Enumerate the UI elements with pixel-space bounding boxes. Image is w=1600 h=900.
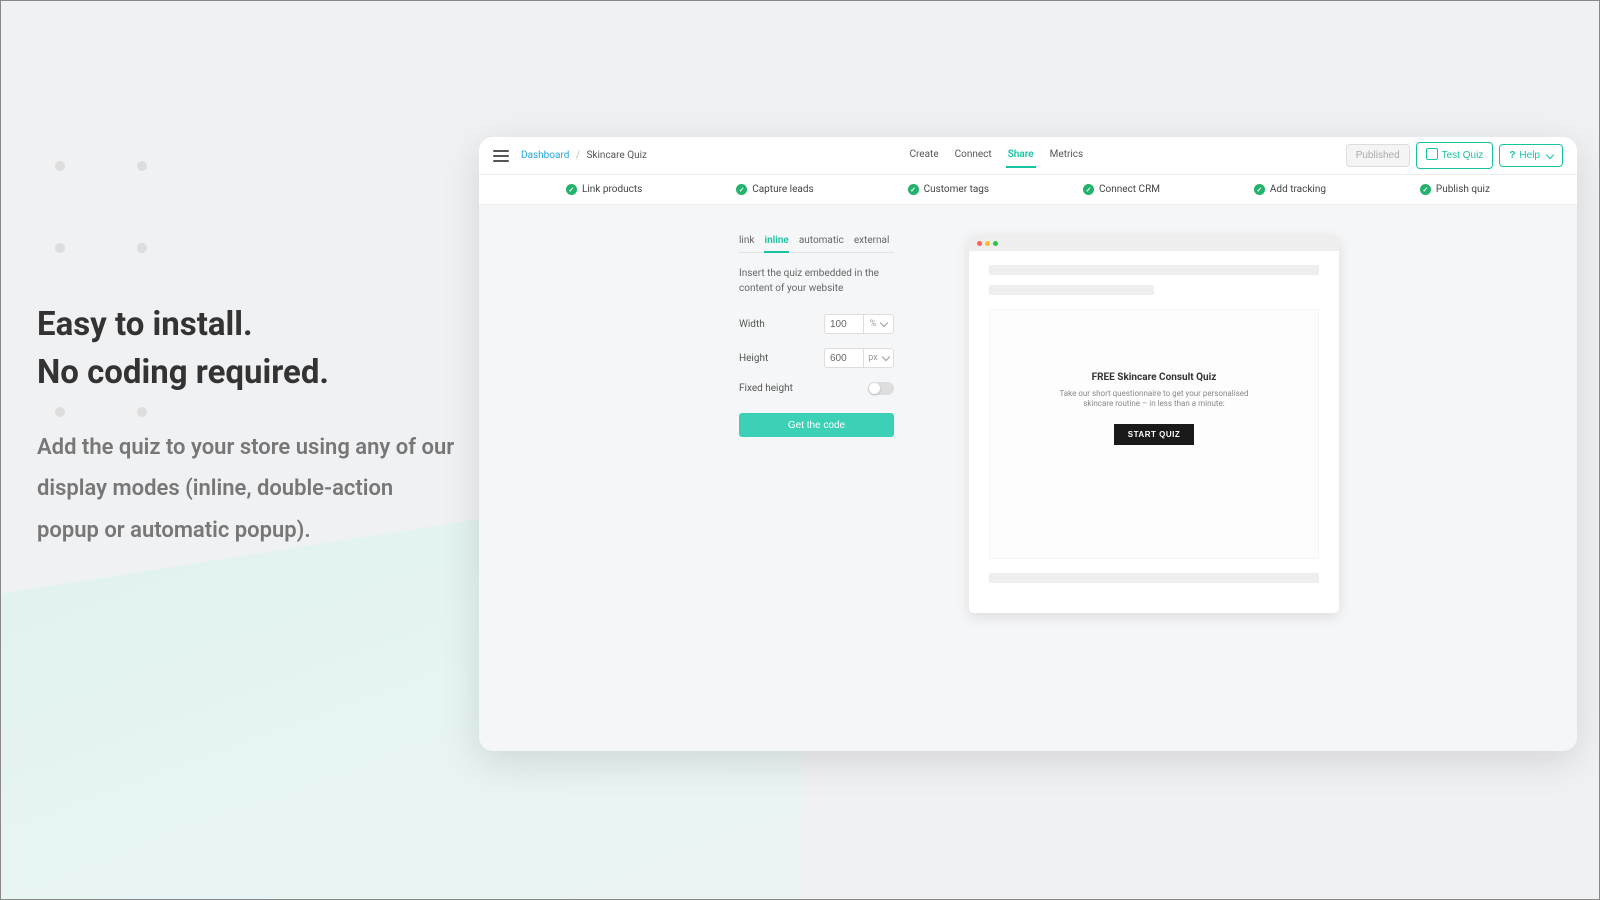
headline-line-1: Easy to install.	[37, 305, 253, 344]
tab-metrics[interactable]: Metrics	[1048, 143, 1086, 168]
skeleton-line	[989, 265, 1319, 275]
check-icon: ✓	[736, 184, 747, 195]
primary-tabs: Create Connect Share Metrics	[908, 143, 1086, 168]
preview-pane: FREE Skincare Consult Quiz Take our shor…	[969, 235, 1339, 613]
chevron-down-icon	[881, 353, 889, 361]
marketing-desc: Add the quiz to your store using any of …	[37, 427, 457, 552]
quiz-embed-preview: FREE Skincare Consult Quiz Take our shor…	[989, 309, 1319, 559]
preview-title: FREE Skincare Consult Quiz	[990, 372, 1318, 383]
step-customer-tags[interactable]: ✓ Customer tags	[908, 184, 990, 195]
subtab-external[interactable]: external	[854, 235, 890, 246]
help-button[interactable]: Help	[1499, 144, 1563, 167]
width-unit-label: %	[870, 319, 877, 329]
fixed-height-toggle[interactable]	[868, 382, 894, 395]
chevron-down-icon	[880, 319, 888, 327]
breadcrumb-dashboard[interactable]: Dashboard	[521, 150, 569, 161]
get-code-button[interactable]: Get the code	[739, 413, 894, 437]
skeleton-line	[989, 573, 1319, 583]
test-quiz-label: Test Quiz	[1442, 150, 1484, 161]
browser-chrome	[969, 235, 1339, 251]
step-connect-crm[interactable]: ✓ Connect CRM	[1083, 184, 1160, 195]
start-quiz-button[interactable]: START QUIZ	[1114, 424, 1194, 445]
edit-icon	[1426, 148, 1438, 163]
check-icon: ✓	[1420, 184, 1431, 195]
step-label: Publish quiz	[1436, 184, 1490, 195]
tab-share[interactable]: Share	[1006, 143, 1036, 168]
help-label: Help	[1519, 150, 1540, 161]
step-label: Add tracking	[1270, 184, 1326, 195]
test-quiz-button[interactable]: Test Quiz	[1416, 142, 1494, 169]
step-label: Connect CRM	[1099, 184, 1160, 195]
published-badge[interactable]: Published	[1346, 144, 1410, 167]
share-mode-tabs: link inline automatic external	[739, 235, 894, 253]
step-link-products[interactable]: ✓ Link products	[566, 184, 642, 195]
check-icon: ✓	[1254, 184, 1265, 195]
menu-icon[interactable]	[493, 150, 509, 162]
height-unit-select[interactable]: px	[864, 348, 894, 368]
app-header: Dashboard / Skincare Quiz Create Connect…	[479, 137, 1577, 175]
browser-mock: FREE Skincare Consult Quiz Take our shor…	[969, 235, 1339, 613]
step-label: Link products	[582, 184, 642, 195]
check-icon: ✓	[566, 184, 577, 195]
help-icon	[1509, 150, 1515, 161]
step-publish-quiz[interactable]: ✓ Publish quiz	[1420, 184, 1490, 195]
breadcrumb: Dashboard / Skincare Quiz	[521, 150, 647, 161]
window-close-icon	[977, 241, 982, 246]
step-label: Capture leads	[752, 184, 813, 195]
preview-subtitle: Take our short questionnaire to get your…	[1054, 389, 1254, 410]
step-label: Customer tags	[924, 184, 990, 195]
width-row: Width %	[739, 314, 894, 334]
height-unit-label: px	[868, 353, 877, 363]
window-max-icon	[993, 241, 998, 246]
height-input[interactable]	[824, 348, 864, 368]
window-min-icon	[985, 241, 990, 246]
height-row: Height px	[739, 348, 894, 368]
step-add-tracking[interactable]: ✓ Add tracking	[1254, 184, 1326, 195]
breadcrumb-sep: /	[576, 150, 580, 161]
subtab-inline[interactable]: inline	[764, 235, 788, 253]
chevron-down-icon	[1546, 150, 1554, 158]
width-unit-select[interactable]: %	[864, 314, 894, 334]
tab-connect[interactable]: Connect	[953, 143, 994, 168]
fixed-height-label: Fixed height	[739, 383, 793, 394]
browser-page: FREE Skincare Consult Quiz Take our shor…	[969, 251, 1339, 613]
step-capture-leads[interactable]: ✓ Capture leads	[736, 184, 813, 195]
width-label: Width	[739, 319, 765, 330]
marketing-copy: Easy to install. No coding required. Add…	[37, 301, 457, 552]
skeleton-line	[989, 285, 1154, 295]
check-icon: ✓	[908, 184, 919, 195]
headline: Easy to install. No coding required.	[37, 301, 457, 397]
height-label: Height	[739, 353, 768, 364]
progress-steps: ✓ Link products ✓ Capture leads ✓ Customer …	[479, 175, 1577, 205]
share-body: link inline automatic external Insert th…	[479, 205, 1577, 613]
mode-description: Insert the quiz embedded in the content …	[739, 267, 894, 296]
breadcrumb-current: Skincare Quiz	[586, 150, 647, 161]
check-icon: ✓	[1083, 184, 1094, 195]
width-input[interactable]	[824, 314, 864, 334]
app-window: Dashboard / Skincare Quiz Create Connect…	[479, 137, 1577, 751]
subtab-automatic[interactable]: automatic	[799, 235, 844, 246]
subtab-link[interactable]: link	[739, 235, 754, 246]
tab-create[interactable]: Create	[908, 143, 941, 168]
headline-line-2: No coding required.	[37, 353, 329, 392]
fixed-height-row: Fixed height	[739, 382, 894, 395]
